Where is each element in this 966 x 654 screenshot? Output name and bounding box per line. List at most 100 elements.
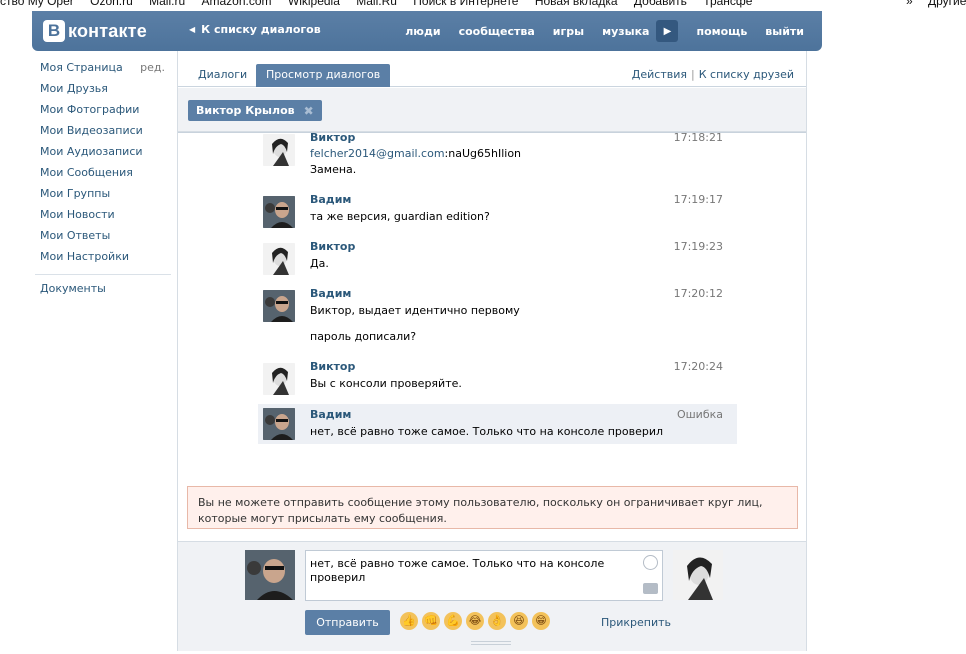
bookmark-item[interactable]: Amazon.com bbox=[202, 0, 272, 8]
message-text-rest: :naUg65hIlion bbox=[444, 147, 522, 160]
sidebar-item-settings[interactable]: Мои Настройки bbox=[40, 249, 172, 270]
message-item-error[interactable]: Вадим Ошибка нет, всё равно тоже самое. … bbox=[258, 404, 737, 444]
message-error-status: Ошибка bbox=[676, 408, 723, 421]
my-avatar[interactable] bbox=[245, 550, 295, 600]
sidebar-item-news[interactable]: Мои Новости bbox=[40, 207, 172, 228]
logo-letter: B bbox=[43, 20, 65, 42]
avatar[interactable] bbox=[263, 134, 295, 166]
actions-link[interactable]: Действия bbox=[632, 68, 687, 81]
sidebar-item-videos[interactable]: Мои Видеозаписи bbox=[40, 123, 172, 144]
sidebar-item-messages[interactable]: Мои Сообщения bbox=[40, 165, 172, 186]
sidebar-item-photos[interactable]: Мои Фотографии bbox=[40, 102, 172, 123]
bookmark-item[interactable]: Трансфе bbox=[703, 0, 752, 8]
message-time: 17:19:17 bbox=[673, 193, 723, 206]
bookmark-item[interactable]: Ozon.ru bbox=[90, 0, 133, 8]
bookmarks-more-button[interactable]: » bbox=[906, 0, 913, 8]
sidebar-divider bbox=[35, 274, 171, 275]
sidebar-item-label: Моя Страница bbox=[40, 61, 123, 74]
message-author[interactable]: Вадим bbox=[310, 287, 351, 300]
bookmarks-bar: ство My Oper Ozon.ru Mail.ru Amazon.com … bbox=[0, 0, 966, 11]
attach-link[interactable]: Прикрепить bbox=[601, 616, 671, 629]
avatar[interactable] bbox=[263, 196, 295, 228]
tears-of-joy-icon[interactable]: 😂 bbox=[466, 612, 484, 630]
message-input[interactable]: нет, всё равно тоже самое. Только что на… bbox=[305, 550, 663, 601]
main-panel: Диалоги Просмотр диалогов Действия | К спи… bbox=[177, 51, 807, 651]
message-item: Виктор 17:19:23 Да. bbox=[258, 238, 737, 278]
quick-emoji-bar: 👍 👊 💪 😂 👌 😆 😁 bbox=[400, 612, 554, 630]
message-time: 17:20:12 bbox=[673, 287, 723, 300]
play-icon[interactable]: ▶ bbox=[656, 20, 679, 42]
left-sidebar: Моя Страница ред. Мои Друзья Мои Фотогра… bbox=[35, 60, 172, 302]
bookmarks-other-folder[interactable]: Другие bbox=[928, 0, 966, 8]
nav-games[interactable]: игры bbox=[553, 25, 584, 38]
arrow-left-icon: ◀ bbox=[189, 25, 196, 34]
bookmark-item[interactable]: Mail.ru bbox=[149, 0, 185, 8]
message-item: Вадим 17:19:17 та же версия, guardian ed… bbox=[258, 191, 737, 231]
avatar[interactable] bbox=[263, 290, 295, 322]
thumbs-up-icon[interactable]: 👍 bbox=[400, 612, 418, 630]
send-button[interactable]: Отправить bbox=[305, 610, 390, 635]
avatar[interactable] bbox=[263, 363, 295, 395]
bookmark-item[interactable]: Новая вкладка bbox=[535, 0, 618, 8]
nav-music[interactable]: музыка bbox=[602, 25, 649, 38]
message-text: пароль дописали? bbox=[310, 330, 417, 343]
bookmark-item[interactable]: ство My Oper bbox=[0, 0, 74, 8]
grin-icon[interactable]: 😁 bbox=[532, 612, 550, 630]
message-text: Замена. bbox=[310, 163, 357, 176]
laughing-icon[interactable]: 😆 bbox=[510, 612, 528, 630]
sidebar-item-my-page[interactable]: Моя Страница ред. bbox=[40, 60, 172, 81]
close-icon[interactable]: ✖ bbox=[304, 101, 314, 121]
send-restriction-warning: Вы не можете отправить сообщение этому п… bbox=[187, 486, 798, 529]
nav-logout[interactable]: выйти bbox=[765, 25, 804, 38]
message-text: Виктор, выдает идентично первому bbox=[310, 304, 520, 317]
logo-text: контакте bbox=[68, 20, 147, 41]
bookmark-item[interactable]: Добавить bbox=[634, 0, 687, 8]
tab-dialogs[interactable]: Диалоги bbox=[188, 64, 257, 87]
message-text: нет, всё равно тоже самое. Только что на… bbox=[310, 425, 664, 438]
message-author[interactable]: Виктор bbox=[310, 240, 355, 253]
message-author[interactable]: Вадим bbox=[310, 408, 351, 421]
message-text: та же версия, guardian edition? bbox=[310, 210, 490, 223]
edit-profile-link[interactable]: ред. bbox=[140, 60, 165, 76]
bookmark-item[interactable]: Mail.Ru bbox=[356, 0, 397, 8]
sidebar-item-friends[interactable]: Мои Друзья bbox=[40, 81, 172, 102]
sidebar-item-groups[interactable]: Мои Группы bbox=[40, 186, 172, 207]
sidebar-item-audio[interactable]: Мои Аудиозаписи bbox=[40, 144, 172, 165]
nav-people[interactable]: люди bbox=[405, 25, 440, 38]
nav-help[interactable]: помощь bbox=[696, 25, 747, 38]
sidebar-item-answers[interactable]: Мои Ответы bbox=[40, 228, 172, 249]
message-text: Да. bbox=[310, 257, 329, 270]
camera-icon[interactable] bbox=[643, 583, 658, 594]
message-history[interactable]: Виктор 17:18:21 felcher2014@gmail.com:na… bbox=[178, 132, 806, 472]
back-link-label: К списку диалогов bbox=[201, 23, 321, 36]
avatar[interactable] bbox=[263, 243, 295, 275]
message-time: 17:18:21 bbox=[673, 132, 723, 144]
muscle-icon[interactable]: 💪 bbox=[444, 612, 462, 630]
ok-hand-icon[interactable]: 👌 bbox=[488, 612, 506, 630]
message-time: 17:19:23 bbox=[673, 240, 723, 253]
avatar[interactable] bbox=[263, 408, 295, 440]
message-item: Виктор 17:18:21 felcher2014@gmail.com:na… bbox=[258, 132, 737, 179]
message-text: felcher2014@gmail.com:naUg65hIlion bbox=[310, 147, 521, 160]
tab-view-dialogs[interactable]: Просмотр диалогов bbox=[256, 64, 391, 87]
vk-logo[interactable]: B контакте bbox=[43, 19, 147, 43]
message-author[interactable]: Виктор bbox=[310, 133, 355, 144]
peer-avatar[interactable] bbox=[673, 550, 723, 600]
tab-links: Действия | К списку друзей bbox=[632, 68, 794, 81]
message-input-text: нет, всё равно тоже самое. Только что на… bbox=[310, 557, 605, 584]
filter-bar: Виктор Крылов ✖ bbox=[178, 88, 806, 132]
top-nav: люди сообщества игры музыка ▶ помощь вый… bbox=[387, 11, 804, 51]
fist-icon[interactable]: 👊 bbox=[422, 612, 440, 630]
nav-communities[interactable]: сообщества bbox=[459, 25, 535, 38]
resize-grip[interactable] bbox=[471, 641, 511, 645]
smile-icon[interactable] bbox=[643, 555, 658, 570]
participant-chip[interactable]: Виктор Крылов ✖ bbox=[188, 100, 322, 121]
back-to-dialogs-link[interactable]: ◀ К списку диалогов bbox=[189, 23, 321, 36]
bookmark-item[interactable]: Wikipedia bbox=[288, 0, 340, 8]
bookmark-item[interactable]: Поиск в Интернете bbox=[413, 0, 518, 8]
friends-list-link[interactable]: К списку друзей bbox=[699, 68, 794, 81]
sidebar-item-documents[interactable]: Документы bbox=[40, 281, 172, 302]
message-author[interactable]: Виктор bbox=[310, 360, 355, 373]
email-link[interactable]: felcher2014@gmail.com bbox=[310, 147, 445, 160]
message-author[interactable]: Вадим bbox=[310, 193, 351, 206]
